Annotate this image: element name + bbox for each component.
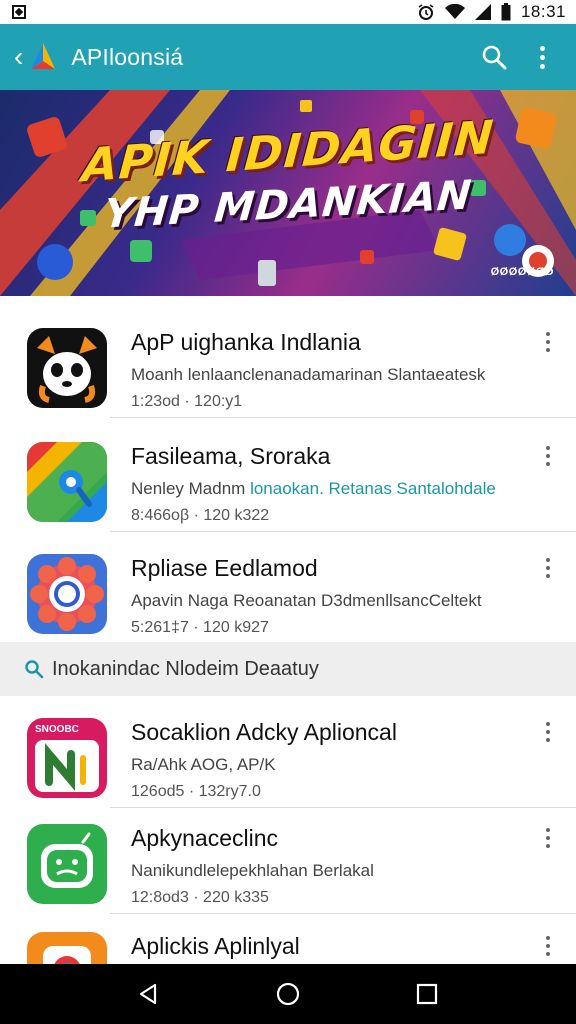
list-item[interactable]: ApP uighanka Indlania Moanh lenlaanclena…: [0, 306, 576, 418]
app-bar: ‹ APIloonsiá: [0, 24, 576, 90]
signal-icon: [474, 4, 491, 20]
search-button[interactable]: [474, 37, 514, 77]
search-icon: [482, 45, 507, 70]
app-title: APIloonsiá: [71, 43, 184, 70]
app-description: Nenley Madnm lonaokan. Retanas Santalohd…: [131, 479, 496, 498]
app-meta: 5:261‡7 · 120 k927: [131, 619, 269, 636]
app-name: Aplickis Aplinlyal: [131, 933, 300, 959]
more-vert-icon: [546, 828, 550, 848]
maps-app-icon: [27, 442, 107, 522]
battery-icon: [501, 3, 511, 21]
camera-app-icon: [27, 554, 107, 634]
item-more-button[interactable]: [538, 722, 558, 742]
status-time: 18:31: [520, 2, 566, 21]
nav-recents-button[interactable]: [407, 974, 447, 1014]
app-description: Moanh lenlaanclenanadamarinan Slantaeate…: [131, 365, 486, 384]
back-arrow-icon[interactable]: ‹: [14, 41, 23, 73]
section-header[interactable]: Inokanindac Nlodeim Deaatuy: [0, 642, 576, 696]
more-vert-icon: [546, 936, 550, 956]
more-options-button[interactable]: [522, 37, 562, 77]
app-description: Ra/Ahk AOG, AP/K: [131, 755, 276, 774]
system-nav-bar: [0, 964, 576, 1024]
nav-home-button[interactable]: [268, 974, 308, 1014]
app-description: Nanikundlelepekhlahan Berlakal: [131, 861, 374, 880]
banner-caption: ØØØØØØØ: [490, 266, 554, 278]
list-item[interactable]: Fasileama, Sroraka Nenley Madnm lonaokan…: [0, 420, 576, 532]
more-vert-icon: [539, 45, 545, 69]
image-icon: [12, 5, 26, 19]
list-item[interactable]: SNOOBC Socaklion Adcky Aplioncal Ra/Ahk …: [0, 696, 576, 808]
app-badge: SNOOBC: [35, 724, 79, 735]
item-more-button[interactable]: [538, 936, 558, 956]
more-vert-icon: [546, 446, 550, 466]
item-more-button[interactable]: [538, 446, 558, 466]
app-name: Fasileama, Sroraka: [131, 443, 331, 469]
list-item[interactable]: Apkynaceclinc Nanikundlelepekhlahan Berl…: [0, 802, 576, 914]
item-more-button[interactable]: [538, 558, 558, 578]
app-logo: [31, 43, 56, 69]
panda-app-icon: [27, 328, 107, 408]
more-vert-icon: [546, 722, 550, 742]
app-meta: 8:466oβ · 120 k322: [131, 507, 270, 524]
recents-nav-icon: [416, 983, 437, 1005]
app-name: Apkynaceclinc: [131, 825, 279, 851]
app-name: ApP uighanka Indlania: [131, 329, 361, 355]
item-more-button[interactable]: [538, 828, 558, 848]
wifi-icon: [444, 4, 465, 19]
home-nav-icon: [276, 982, 300, 1006]
robot-app-icon: [27, 824, 107, 904]
social-app-icon: SNOOBC: [27, 718, 107, 798]
item-more-button[interactable]: [538, 332, 558, 352]
nav-back-button[interactable]: [129, 974, 169, 1014]
alarm-icon: [418, 4, 434, 20]
more-vert-icon: [546, 558, 550, 578]
divider: [110, 417, 576, 418]
app-meta: 1:23od · 120:y1: [131, 393, 243, 410]
search-icon: [25, 660, 44, 679]
app-description: Apavin Naga Reoanatan D3dmenllsancCeltek…: [131, 591, 482, 610]
back-nav-icon: [140, 983, 157, 1005]
app-name: Socaklion Adcky Aplioncal: [131, 719, 397, 745]
app-meta: 12:8od3 · 220 k335: [131, 889, 269, 906]
status-bar: 18:31: [0, 0, 576, 24]
app-name: Rpliase Eedlamod: [131, 555, 318, 581]
app-meta: 126od5 · 132ry7.0: [131, 783, 261, 800]
more-vert-icon: [546, 332, 550, 352]
list-item[interactable]: Rpliase Eedlamod Apavin Naga Reoanatan D…: [0, 532, 576, 644]
section-title: Inokanindac Nlodeim Deaatuy: [52, 657, 319, 680]
promo-banner[interactable]: APIK IDIDAGIIN YHP MDANKIAN ØØØØØØØ: [0, 90, 576, 296]
